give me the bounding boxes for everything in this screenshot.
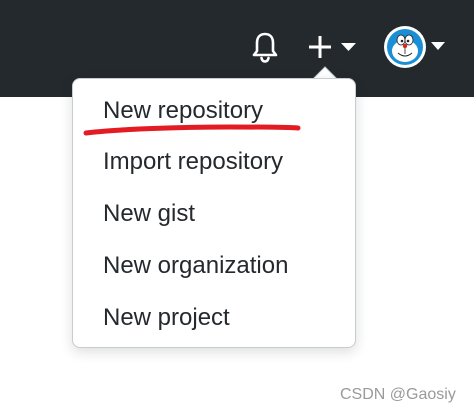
bell-icon xyxy=(252,32,278,63)
create-new-dropdown-menu: New repository Import repository New gis… xyxy=(72,78,356,348)
caret-down-icon xyxy=(431,42,445,50)
user-menu-button[interactable] xyxy=(384,26,450,68)
menu-item-import-repository[interactable]: Import repository xyxy=(103,142,283,182)
plus-icon xyxy=(309,36,331,58)
notifications-button[interactable] xyxy=(250,30,280,64)
menu-item-new-organization[interactable]: New organization xyxy=(103,246,288,286)
caret-down-icon xyxy=(341,43,356,51)
create-new-button[interactable] xyxy=(306,30,360,64)
watermark-text: CSDN @Gaosiy xyxy=(340,386,456,403)
menu-item-new-gist[interactable]: New gist xyxy=(103,194,195,234)
menu-item-new-project[interactable]: New project xyxy=(103,298,230,338)
avatar xyxy=(384,26,426,68)
menu-item-new-repository[interactable]: New repository xyxy=(103,91,263,131)
